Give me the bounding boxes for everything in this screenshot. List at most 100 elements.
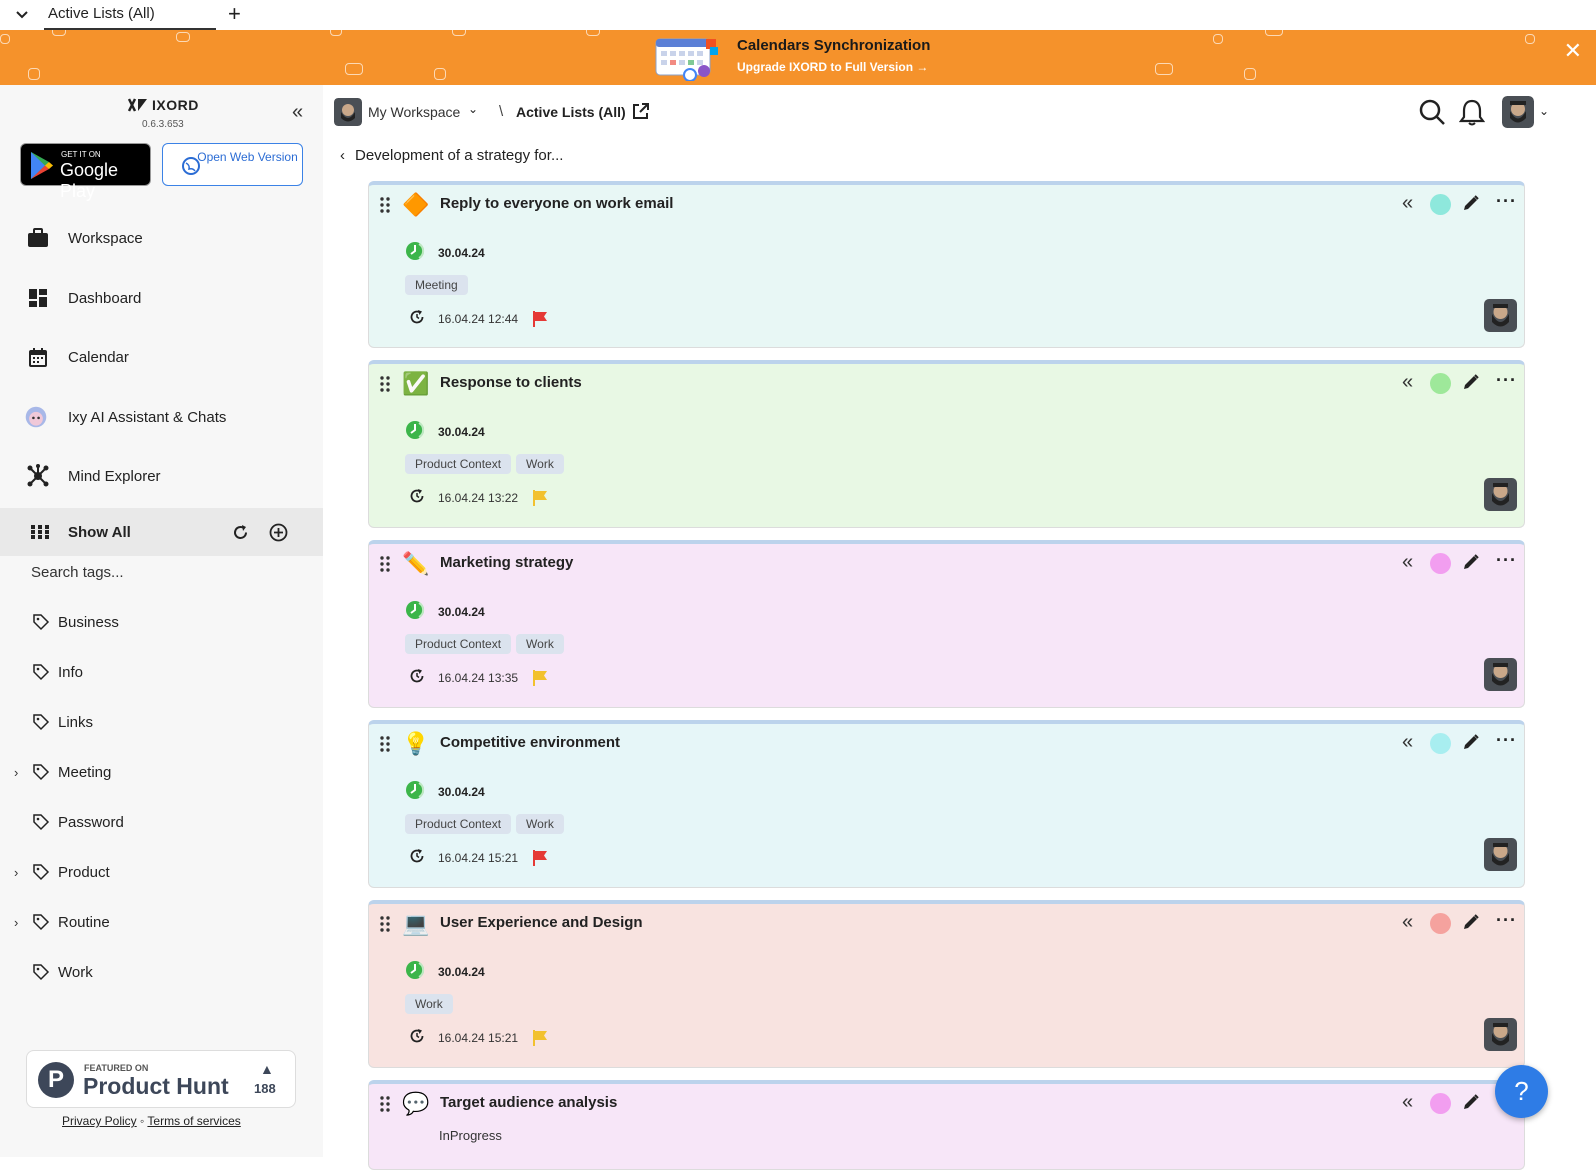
drag-handle-icon[interactable] — [380, 376, 390, 397]
task-title[interactable]: Target audience analysis — [440, 1094, 617, 1111]
assignee-avatar[interactable] — [1484, 658, 1517, 691]
task-card[interactable]: 💡 Competitive environment « ··· 30.04.24 Prod… — [368, 720, 1525, 888]
more-options-icon[interactable]: ··· — [1496, 370, 1517, 391]
more-options-icon[interactable]: ··· — [1496, 910, 1517, 931]
refresh-icon[interactable] — [232, 524, 249, 541]
drag-handle-icon[interactable] — [380, 916, 390, 937]
help-button[interactable]: ? — [1495, 1065, 1548, 1118]
google-play-small-text: GET IT ON — [61, 150, 101, 159]
task-title[interactable]: User Experience and Design — [440, 914, 643, 931]
task-card[interactable]: 💻 User Experience and Design « ··· 30.04.24 W… — [368, 900, 1525, 1068]
google-play-badge[interactable]: GET IT ON Google Play — [20, 143, 151, 201]
assignee-avatar[interactable] — [1484, 299, 1517, 332]
edit-pencil-icon[interactable] — [1462, 553, 1480, 576]
privacy-policy-link[interactable]: Privacy Policy — [62, 1114, 137, 1128]
search-tags-input[interactable]: Search tags... — [31, 564, 124, 581]
assignee-avatar[interactable] — [1484, 478, 1517, 511]
workspace-avatar[interactable] — [334, 98, 362, 126]
edit-pencil-icon[interactable] — [1462, 733, 1480, 756]
task-color-dot[interactable] — [1430, 733, 1451, 754]
collapse-double-chevron-icon[interactable]: « — [1402, 371, 1413, 394]
nav-ai-assistant[interactable]: Ixy AI Assistant & Chats — [0, 395, 323, 439]
task-tag[interactable]: Meeting — [405, 275, 468, 295]
search-icon[interactable] — [1418, 98, 1446, 126]
priority-flag-icon[interactable] — [531, 489, 549, 507]
back-to-parent[interactable]: ‹ Development of a strategy for... — [340, 147, 563, 164]
chevron-down-icon[interactable]: ⌄ — [468, 102, 478, 116]
user-avatar[interactable] — [1502, 96, 1534, 128]
more-options-icon[interactable]: ··· — [1496, 730, 1517, 751]
collapse-double-chevron-icon[interactable]: « — [1402, 192, 1413, 215]
collapse-double-chevron-icon[interactable]: « — [1402, 731, 1413, 754]
drag-handle-icon[interactable] — [380, 736, 390, 757]
chevron-right-icon[interactable]: › — [14, 765, 28, 780]
collapse-double-chevron-icon[interactable]: « — [1402, 911, 1413, 934]
tag-item-meeting[interactable]: › Meeting — [0, 760, 111, 784]
task-color-dot[interactable] — [1430, 373, 1451, 394]
tag-item-work[interactable]: Work — [0, 960, 93, 984]
assignee-avatar[interactable] — [1484, 838, 1517, 871]
task-tag[interactable]: Product Context — [405, 634, 512, 654]
task-title[interactable]: Response to clients — [440, 374, 582, 391]
close-banner-button[interactable]: ✕ — [1564, 38, 1582, 64]
task-tag[interactable]: Product Context — [405, 814, 512, 834]
open-external-icon[interactable] — [631, 102, 650, 121]
task-tag[interactable]: Product Context — [405, 454, 512, 474]
tab-active-lists[interactable]: Active Lists (All) — [44, 0, 216, 30]
priority-flag-icon[interactable] — [531, 1029, 549, 1047]
task-card[interactable]: 🔶 Reply to everyone on work email « ··· 30.0… — [368, 181, 1525, 348]
drag-handle-icon[interactable] — [380, 556, 390, 577]
tag-item-business[interactable]: Business — [0, 610, 119, 634]
chevron-down-icon[interactable]: ⌄ — [1539, 104, 1549, 118]
chevron-right-icon[interactable]: › — [14, 915, 28, 930]
nav-mind-explorer[interactable]: Mind Explorer — [0, 454, 323, 498]
task-tag[interactable]: Work — [516, 634, 564, 654]
edit-pencil-icon[interactable] — [1462, 373, 1480, 396]
task-color-dot[interactable] — [1430, 194, 1451, 215]
nav-calendar[interactable]: Calendar — [0, 335, 323, 379]
open-web-version-button[interactable]: Open Web Version — [162, 143, 303, 186]
task-color-dot[interactable] — [1430, 1093, 1451, 1114]
show-all-row[interactable]: Show All — [0, 508, 323, 556]
product-hunt-badge[interactable]: P FEATURED ON Product Hunt ▲ 188 — [26, 1050, 296, 1108]
more-options-icon[interactable]: ··· — [1496, 191, 1517, 212]
drag-handle-icon[interactable] — [380, 197, 390, 218]
tag-item-routine[interactable]: › Routine — [0, 910, 110, 934]
edit-pencil-icon[interactable] — [1462, 1093, 1480, 1116]
collapse-sidebar-button[interactable]: « — [292, 101, 303, 124]
add-tag-icon[interactable] — [269, 523, 288, 542]
task-tag[interactable]: Work — [516, 454, 564, 474]
more-options-icon[interactable]: ··· — [1496, 550, 1517, 571]
upgrade-link[interactable]: Upgrade IXORD to Full Version → — [737, 60, 928, 74]
task-title[interactable]: Reply to everyone on work email — [440, 195, 673, 212]
task-card[interactable]: ✅ Response to clients « ··· 30.04.24 Product … — [368, 360, 1525, 528]
assignee-avatar[interactable] — [1484, 1018, 1517, 1051]
chevron-down-icon[interactable] — [14, 6, 30, 22]
priority-flag-icon[interactable] — [531, 669, 549, 687]
add-tab-button[interactable]: + — [228, 3, 241, 25]
workspace-selector[interactable]: My Workspace — [368, 104, 460, 120]
task-title[interactable]: Marketing strategy — [440, 554, 573, 571]
edit-pencil-icon[interactable] — [1462, 913, 1480, 936]
tag-item-product[interactable]: › Product — [0, 860, 110, 884]
priority-flag-icon[interactable] — [531, 310, 549, 328]
tag-item-info[interactable]: Info — [0, 660, 83, 684]
tag-item-links[interactable]: Links — [0, 710, 93, 734]
tag-item-password[interactable]: Password — [0, 810, 124, 834]
nav-dashboard[interactable]: Dashboard — [0, 276, 323, 320]
nav-workspace[interactable]: Workspace — [0, 216, 323, 260]
task-card[interactable]: ✏️ Marketing strategy « ··· 30.04.24 Product … — [368, 540, 1525, 708]
terms-link[interactable]: Terms of services — [147, 1114, 240, 1128]
task-color-dot[interactable] — [1430, 553, 1451, 574]
task-color-dot[interactable] — [1430, 913, 1451, 934]
chevron-right-icon[interactable]: › — [14, 865, 28, 880]
task-title[interactable]: Competitive environment — [440, 734, 620, 751]
task-tag[interactable]: Work — [516, 814, 564, 834]
collapse-double-chevron-icon[interactable]: « — [1402, 551, 1413, 574]
notification-bell-icon[interactable] — [1459, 98, 1485, 126]
collapse-double-chevron-icon[interactable]: « — [1402, 1091, 1413, 1114]
edit-pencil-icon[interactable] — [1462, 194, 1480, 217]
priority-flag-icon[interactable] — [531, 849, 549, 867]
drag-handle-icon[interactable] — [380, 1096, 390, 1117]
task-tag[interactable]: Work — [405, 994, 453, 1014]
